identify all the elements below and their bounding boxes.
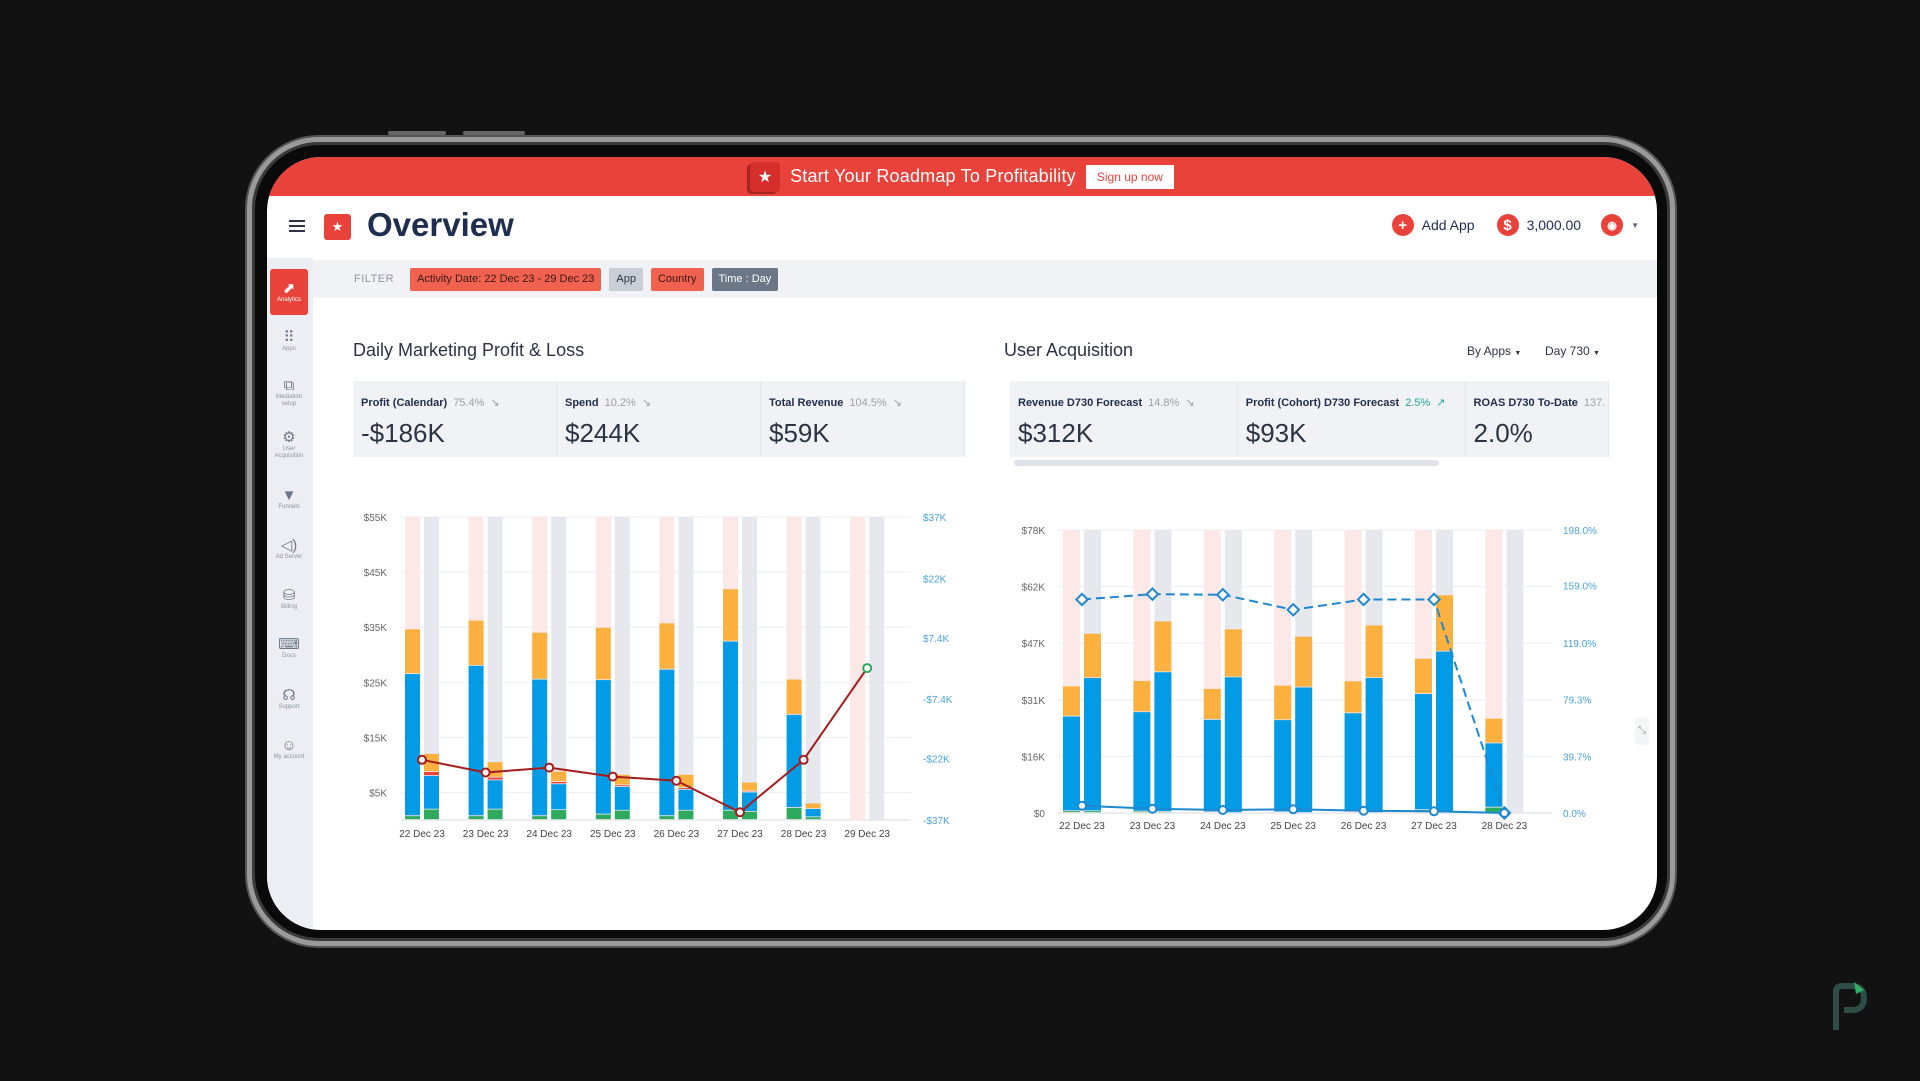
bar-segment <box>1436 595 1453 651</box>
x-tick-label: 27 Dec 23 <box>1411 821 1457 832</box>
data-point <box>1499 808 1510 818</box>
x-tick-label: 25 Dec 23 <box>1270 821 1316 832</box>
bar-segment <box>1436 651 1453 812</box>
data-point <box>1288 804 1299 815</box>
bar-segment <box>1084 633 1101 678</box>
bar-segment <box>1344 713 1362 812</box>
bar-segment <box>1063 811 1080 813</box>
y-right-tick-label: 119.0% <box>1563 639 1596 650</box>
bar-segment <box>1203 688 1221 719</box>
bar-segment <box>1365 625 1383 678</box>
y-left-tick-label: $16K <box>1022 752 1046 763</box>
bar-background <box>1506 530 1524 813</box>
collapse-panel-icon[interactable]: ⤡ <box>1635 717 1649 745</box>
bar-segment <box>1154 672 1172 812</box>
x-tick-label: 28 Dec 23 <box>1482 821 1528 832</box>
bar-segment <box>1295 687 1313 813</box>
device-button <box>388 131 446 135</box>
data-point <box>1077 800 1087 811</box>
data-point <box>1358 805 1369 816</box>
bar-segment <box>1084 811 1101 813</box>
y-right-tick-label: 198.0% <box>1563 526 1597 537</box>
bar-segment <box>1224 629 1242 677</box>
x-tick-label: 23 Dec 23 <box>1130 821 1176 832</box>
bar-segment <box>1415 693 1432 810</box>
bar-segment <box>1203 719 1221 812</box>
y-right-tick-label: 0.0% <box>1563 809 1586 820</box>
bar-segment <box>1133 811 1151 813</box>
y-left-tick-label: $62K <box>1022 583 1046 594</box>
bar-segment <box>1274 720 1292 812</box>
x-tick-label: 24 Dec 23 <box>1200 821 1246 832</box>
bar-segment <box>1365 678 1383 813</box>
bar-segment <box>1133 712 1151 811</box>
bar-segment <box>1133 680 1151 712</box>
bar-segment <box>1084 678 1101 811</box>
app-screen: ★ Start Your Roadmap To Profitability Si… <box>267 157 1657 930</box>
y-left-tick-label: $31K <box>1022 696 1046 707</box>
bar-segment <box>1274 685 1292 720</box>
x-tick-label: 22 Dec 23 <box>1059 821 1105 832</box>
bar-segment <box>1224 677 1242 813</box>
y-left-tick-label: $0 <box>1034 809 1046 820</box>
data-point <box>1217 804 1228 815</box>
bar-segment <box>1344 681 1362 713</box>
bar-segment <box>1063 716 1080 811</box>
y-right-tick-label: 79.3% <box>1563 696 1591 707</box>
ua-chart: $0 $16K $31K $47K $62K $78K 0.0% 39.7% 79.3% 119.… <box>1022 526 1597 832</box>
y-right-tick-label: 39.7% <box>1563 752 1591 763</box>
x-tick-label: 26 Dec 23 <box>1341 821 1387 832</box>
watermark-logo <box>1832 980 1868 1032</box>
bar-segment <box>1485 718 1503 743</box>
y-left-tick-label: $78K <box>1022 526 1046 537</box>
bar-segment <box>1063 686 1080 716</box>
bar-segment <box>1154 621 1172 672</box>
data-point <box>1147 803 1158 814</box>
bar-segment <box>1295 636 1313 687</box>
device-button <box>463 131 525 135</box>
data-point <box>1429 806 1439 817</box>
y-left-tick-label: $47K <box>1022 639 1046 650</box>
y-right-tick-label: 159.0% <box>1563 582 1597 593</box>
bar-segment <box>1415 658 1432 694</box>
